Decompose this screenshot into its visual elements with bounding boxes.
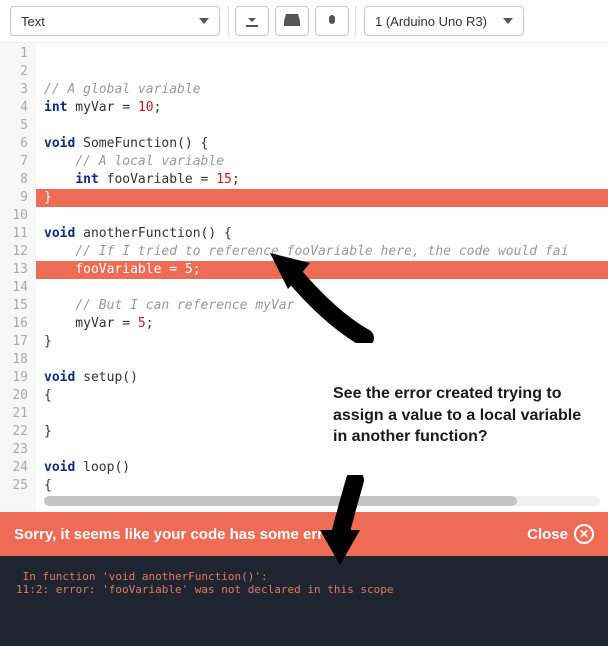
code-line[interactable] xyxy=(36,441,608,459)
line-number: 10 xyxy=(0,207,36,225)
code-line[interactable] xyxy=(36,405,608,423)
error-close-label: Close xyxy=(527,526,568,543)
code-line[interactable]: void setup() xyxy=(36,369,608,387)
code-line[interactable] xyxy=(36,351,608,369)
error-close-button[interactable]: Close ✕ xyxy=(527,524,594,544)
board-dropdown-label: 1 (Arduino Uno R3) xyxy=(375,14,487,29)
bug-icon xyxy=(324,12,340,31)
caret-down-icon xyxy=(503,18,513,24)
code-area[interactable]: // A global variableint myVar = 10; void … xyxy=(36,43,608,512)
error-banner-message: Sorry, it seems like your code has some … xyxy=(14,526,351,543)
line-number: 13 xyxy=(0,261,36,279)
line-number: 2 xyxy=(0,63,36,81)
code-line[interactable]: } xyxy=(36,333,608,351)
line-number: 1 xyxy=(0,45,36,63)
board-dropdown[interactable]: 1 (Arduino Uno R3) xyxy=(364,6,524,36)
code-line[interactable]: int fooVariable = 15; xyxy=(36,171,608,189)
scrollbar-thumb[interactable] xyxy=(44,496,517,506)
line-number: 18 xyxy=(0,351,36,369)
line-number: 7 xyxy=(0,153,36,171)
code-line[interactable]: // If I tried to reference fooVariable h… xyxy=(36,243,608,261)
line-number: 20 xyxy=(0,387,36,405)
error-console: In function 'void anotherFunction()': 11… xyxy=(0,556,608,646)
inbox-icon xyxy=(283,13,301,30)
debug-button[interactable] xyxy=(315,6,349,36)
code-line[interactable]: // A global variable xyxy=(36,81,608,99)
line-number: 8 xyxy=(0,171,36,189)
line-number: 14 xyxy=(0,279,36,297)
line-number: 6 xyxy=(0,135,36,153)
error-banner: Sorry, it seems like your code has some … xyxy=(0,512,608,556)
line-number: 4 xyxy=(0,99,36,117)
line-number: 22 xyxy=(0,423,36,441)
code-line[interactable]: } xyxy=(36,189,608,207)
line-number: 23 xyxy=(0,441,36,459)
mode-dropdown-label: Text xyxy=(21,14,45,29)
code-line[interactable] xyxy=(36,117,608,135)
line-number: 12 xyxy=(0,243,36,261)
line-number: 19 xyxy=(0,369,36,387)
code-line[interactable]: fooVariable = 5; xyxy=(36,261,608,279)
line-number: 5 xyxy=(0,117,36,135)
code-line[interactable]: myVar = 5; xyxy=(36,315,608,333)
code-line[interactable]: void loop() xyxy=(36,459,608,477)
code-line[interactable]: // A local variable xyxy=(36,153,608,171)
line-number-gutter: 1234567891011121314151617181920212223242… xyxy=(0,43,36,512)
line-number: 9 xyxy=(0,189,36,207)
line-number: 25 xyxy=(0,477,36,495)
line-number: 16 xyxy=(0,315,36,333)
code-line[interactable]: { xyxy=(36,477,608,495)
mode-dropdown[interactable]: Text xyxy=(10,6,220,36)
code-line[interactable]: { xyxy=(36,387,608,405)
tool-group xyxy=(228,6,356,36)
line-number: 3 xyxy=(0,81,36,99)
caret-down-icon xyxy=(199,18,209,24)
line-number: 11 xyxy=(0,225,36,243)
toolbar: Text 1 (Arduino Uno R3) xyxy=(0,0,608,42)
horizontal-scrollbar[interactable] xyxy=(44,496,600,506)
code-line[interactable] xyxy=(36,279,608,297)
code-line[interactable]: // But I can reference myVar xyxy=(36,297,608,315)
close-icon: ✕ xyxy=(574,524,594,544)
code-line[interactable] xyxy=(36,207,608,225)
code-line[interactable]: int myVar = 10; xyxy=(36,99,608,117)
line-number: 15 xyxy=(0,297,36,315)
code-editor[interactable]: 1234567891011121314151617181920212223242… xyxy=(0,42,608,512)
line-number: 21 xyxy=(0,405,36,423)
code-line[interactable]: void SomeFunction() { xyxy=(36,135,608,153)
line-number: 24 xyxy=(0,459,36,477)
code-line[interactable]: void anotherFunction() { xyxy=(36,225,608,243)
line-number: 17 xyxy=(0,333,36,351)
download-button[interactable] xyxy=(235,6,269,36)
upload-button[interactable] xyxy=(275,6,309,36)
download-icon xyxy=(244,12,260,31)
code-line[interactable]: } xyxy=(36,423,608,441)
